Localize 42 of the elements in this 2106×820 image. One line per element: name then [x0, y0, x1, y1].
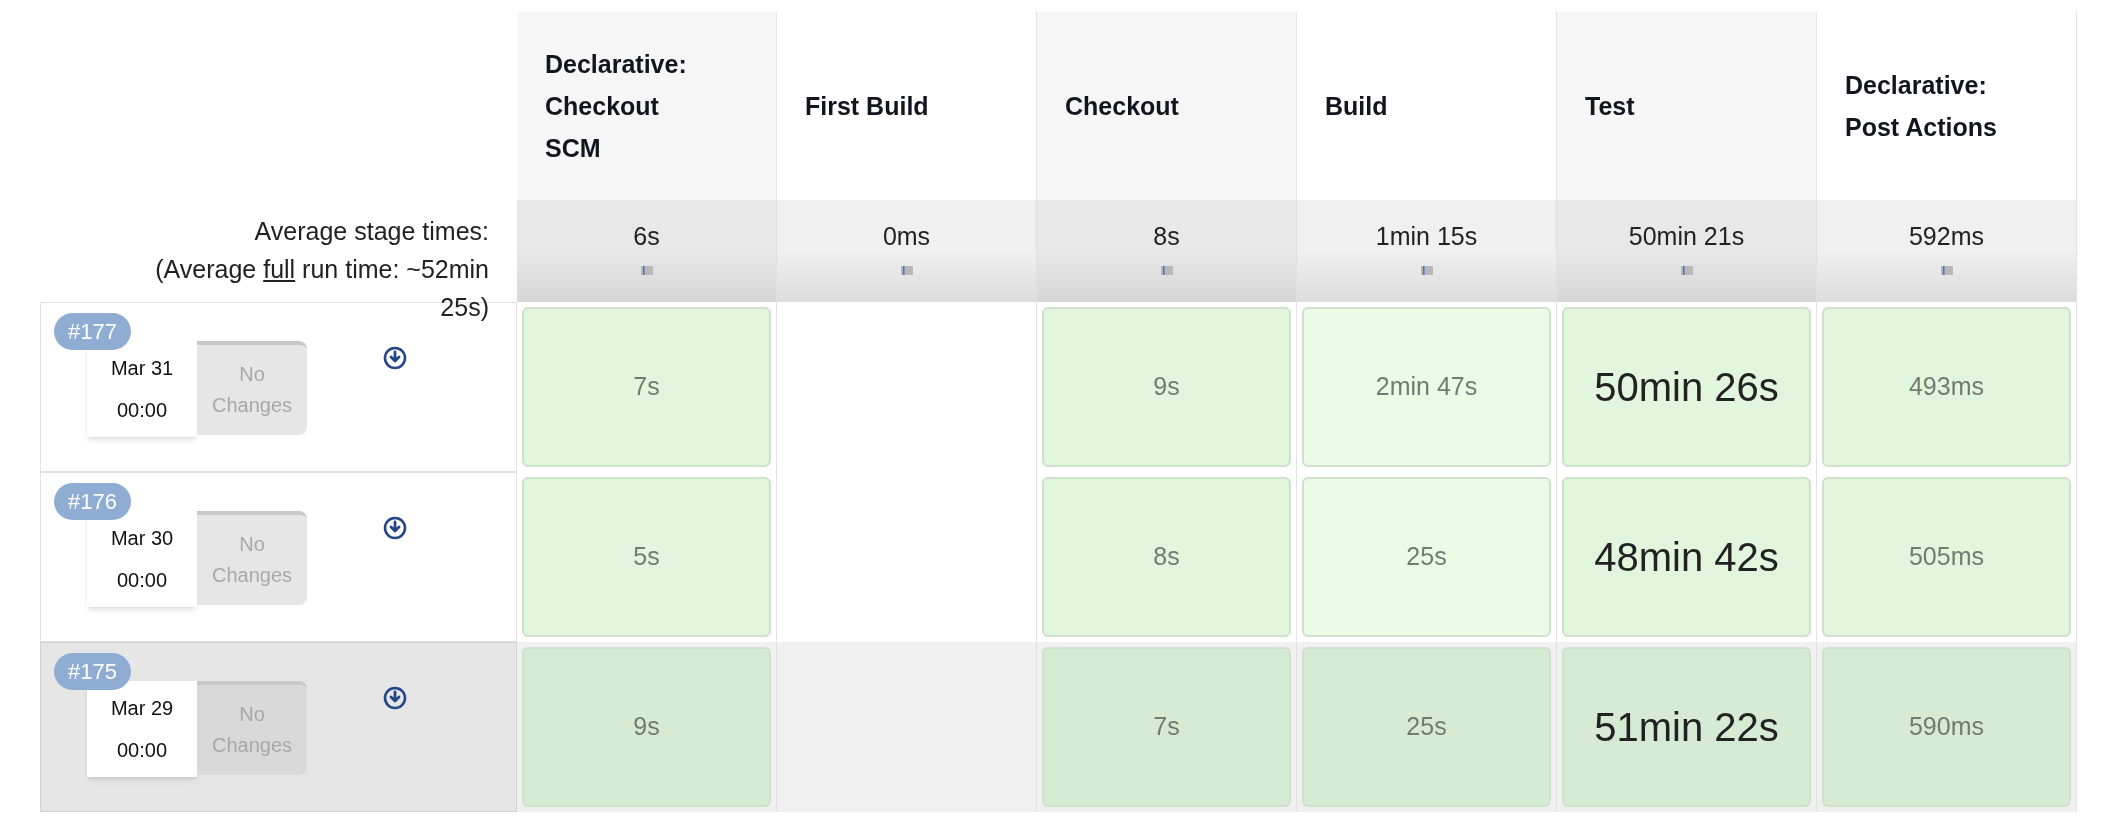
- build-number-badge[interactable]: #176: [54, 483, 131, 520]
- stage-header: Declarative: Checkout SCM: [517, 12, 777, 200]
- download-icon[interactable]: [383, 346, 407, 370]
- stage-duration-cell[interactable]: 51min 22s: [1562, 647, 1811, 807]
- average-time-cell: 8s: [1037, 200, 1297, 302]
- download-icon[interactable]: [383, 686, 407, 710]
- stage-duration-cell[interactable]: 50min 26s: [1562, 307, 1811, 467]
- full-run-link[interactable]: full: [263, 255, 296, 283]
- build-number-badge[interactable]: #177: [54, 313, 131, 350]
- progress-icon: [1940, 265, 1953, 275]
- average-time-cell: 0ms: [777, 200, 1037, 302]
- build-number-badge[interactable]: #175: [54, 653, 131, 690]
- stage-header: Checkout: [1037, 12, 1297, 200]
- build-date-card: Mar 29 00:00: [87, 681, 197, 777]
- stage-duration-cell[interactable]: 8s: [1042, 477, 1291, 637]
- stage-header: Test: [1557, 12, 1817, 200]
- stage-duration-cell[interactable]: 2min 47s: [1302, 307, 1551, 467]
- build-date-card: Mar 30 00:00: [87, 511, 197, 607]
- stage-duration-cell[interactable]: 9s: [1042, 307, 1291, 467]
- progress-icon: [1420, 265, 1433, 275]
- average-stage-times-label: Average stage times:: [254, 216, 489, 247]
- progress-icon: [640, 265, 653, 275]
- progress-icon: [1680, 265, 1693, 275]
- stage-duration-cell[interactable]: 25s: [1302, 477, 1551, 637]
- progress-icon: [1160, 265, 1173, 275]
- stage-duration-cell[interactable]: 493ms: [1822, 307, 2071, 467]
- stage-duration-cell[interactable]: 7s: [522, 307, 771, 467]
- average-run-time-text: (Average full run time: ~52min 25s): [154, 254, 489, 323]
- stage-duration-cell[interactable]: 505ms: [1822, 477, 2071, 637]
- download-icon[interactable]: [383, 516, 407, 540]
- stage-duration-cell[interactable]: 590ms: [1822, 647, 2071, 807]
- stage-duration-cell[interactable]: 5s: [522, 477, 771, 637]
- average-time-cell: 592ms: [1817, 200, 2077, 302]
- average-time-cell: 50min 21s: [1557, 200, 1817, 302]
- average-time-cell: 1min 15s: [1297, 200, 1557, 302]
- average-time-cell: 6s: [517, 200, 777, 302]
- stage-duration-cell[interactable]: 7s: [1042, 647, 1291, 807]
- stage-duration-cell[interactable]: 48min 42s: [1562, 477, 1811, 637]
- stage-duration-cell[interactable]: 25s: [1302, 647, 1551, 807]
- build-date-card: Mar 31 00:00: [87, 341, 197, 437]
- progress-icon: [900, 265, 913, 275]
- stage-duration-cell[interactable]: 9s: [522, 647, 771, 807]
